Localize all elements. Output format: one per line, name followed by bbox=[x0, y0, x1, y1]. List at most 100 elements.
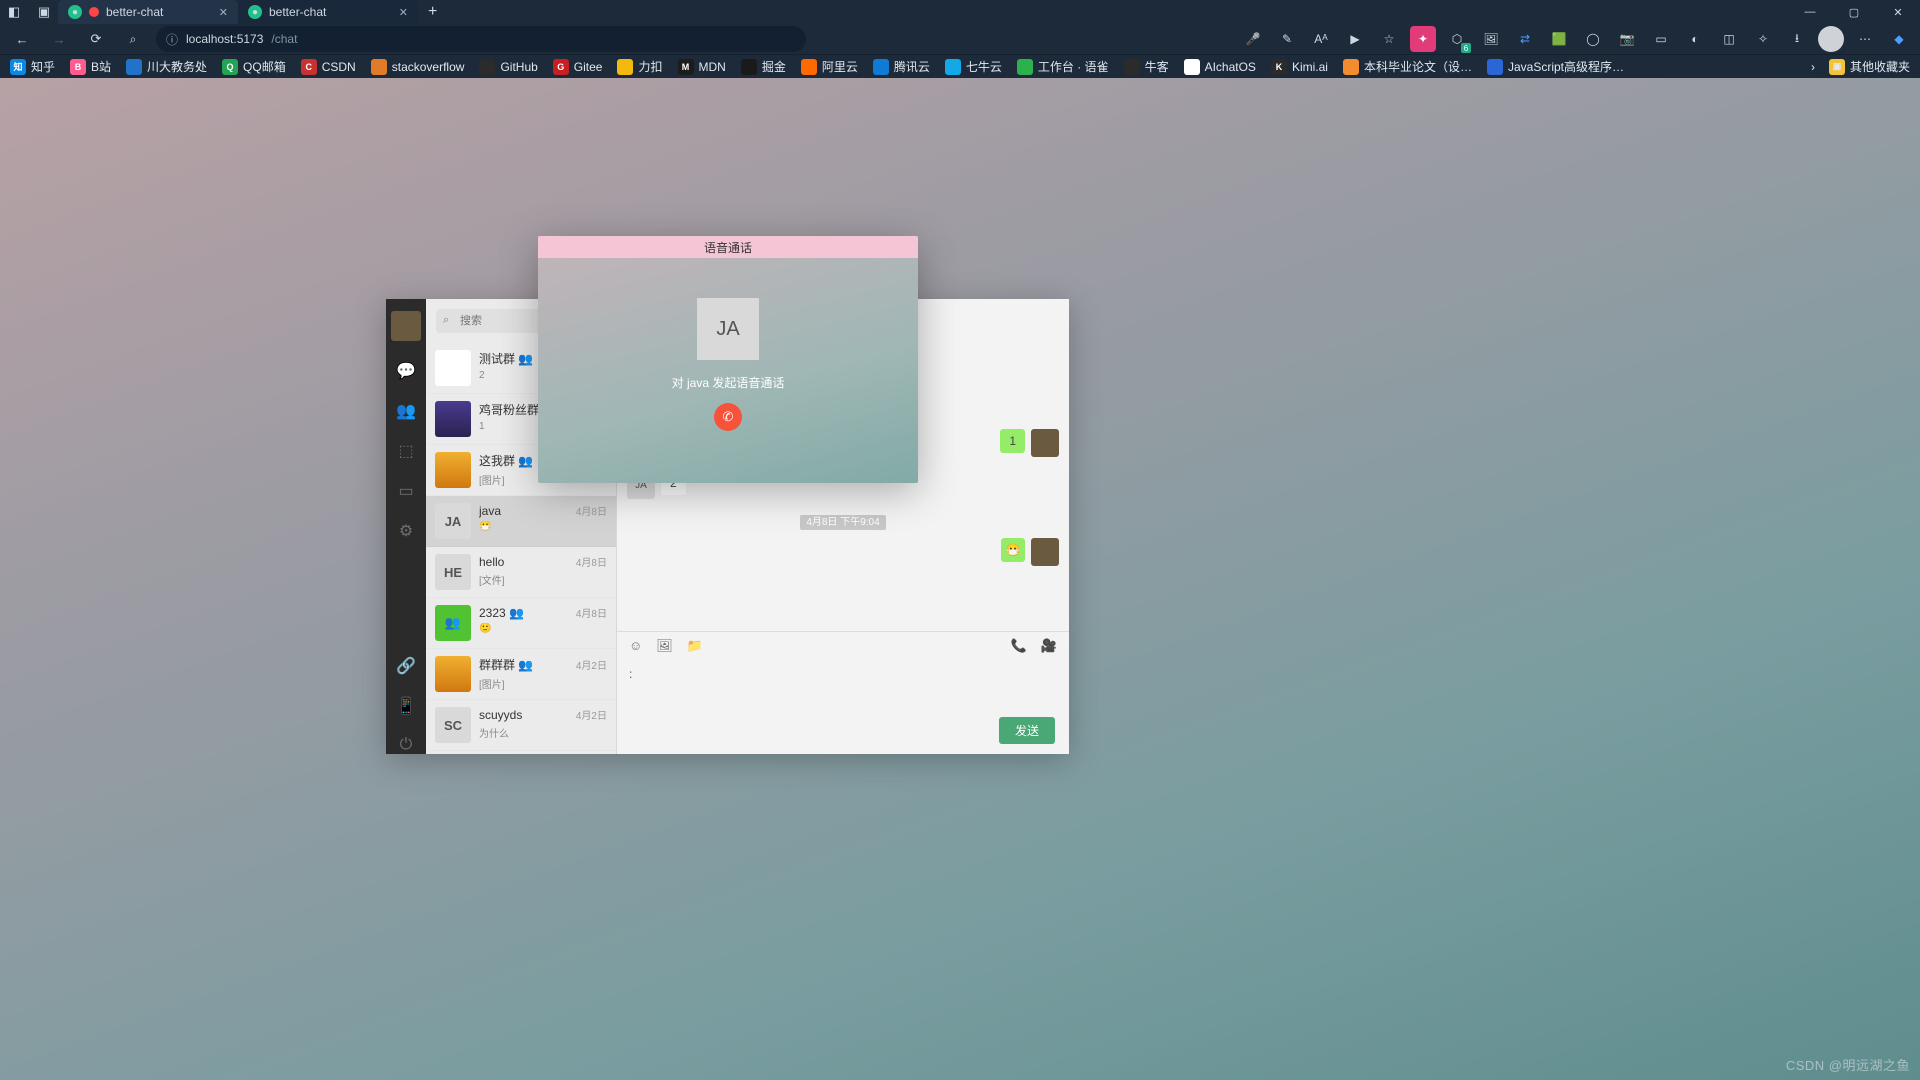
bookmark-item[interactable]: 牛客 bbox=[1124, 58, 1169, 75]
bookmark-item[interactable]: CCSDN bbox=[301, 59, 356, 75]
chat-item[interactable]: 👥 2323 👥4月8日 🙂 bbox=[426, 598, 616, 649]
chat-avatar: SC bbox=[435, 707, 471, 743]
bookmark-icon bbox=[479, 59, 495, 75]
site-info-icon[interactable]: ⓘ bbox=[166, 31, 178, 48]
link-icon[interactable]: 🔗 bbox=[396, 656, 416, 676]
mic-icon[interactable]: 🎤 bbox=[1240, 26, 1266, 52]
bookmark-item[interactable]: 掘金 bbox=[741, 58, 786, 75]
bookmarks-bar: 知知乎 BB站川大教务处 QQQ邮箱 CCSDN stackoverflow GitHub… bbox=[0, 54, 1920, 78]
phone-icon[interactable]: 📱 bbox=[396, 696, 416, 716]
chat-input[interactable]: : 发送 bbox=[617, 659, 1069, 754]
bookmark-item[interactable]: BB站 bbox=[70, 58, 111, 75]
refresh2-icon[interactable]: ◐ bbox=[1682, 26, 1708, 52]
other-bookmarks[interactable]: ▣其他收藏夹 bbox=[1829, 58, 1910, 75]
chat-date: 4月2日 bbox=[576, 707, 607, 722]
collections-icon[interactable]: ✧ bbox=[1750, 26, 1776, 52]
bookmark-item[interactable]: GGitee bbox=[553, 59, 603, 75]
video-icon[interactable]: ▶ bbox=[1342, 26, 1368, 52]
camera-icon[interactable]: 📷 bbox=[1614, 26, 1640, 52]
chat-date: 4月8日 bbox=[576, 554, 607, 569]
bookmark-item[interactable]: QQQ邮箱 bbox=[222, 58, 286, 75]
bookmark-item[interactable]: 知知乎 bbox=[10, 58, 55, 75]
bookmark-label: 掘金 bbox=[762, 58, 786, 75]
bookmark-item[interactable]: 工作台 · 语雀 bbox=[1017, 58, 1109, 75]
chat-item[interactable]: JA java4月8日 😷 bbox=[426, 496, 616, 547]
bookmark-label: 力扣 bbox=[638, 58, 662, 75]
bookmark-icon bbox=[371, 59, 387, 75]
close-icon[interactable]: ✕ bbox=[399, 6, 408, 19]
extension-badge-icon[interactable]: ⬡ bbox=[1444, 26, 1470, 52]
chevron-right-icon[interactable]: › bbox=[1811, 60, 1815, 74]
split-icon[interactable]: ◫ bbox=[1716, 26, 1742, 52]
copilot-icon[interactable]: ◆ bbox=[1886, 26, 1912, 52]
box-icon[interactable]: ⬚ bbox=[398, 441, 413, 461]
page-content: 💬 👥 ⬚ ▭ ⚙ 🔗 📱 ⏻ ⌕ 测试群 👥 2 鸡哥粉丝群 👥 1 这我群 … bbox=[0, 78, 1920, 1080]
bookmark-item[interactable]: 力扣 bbox=[617, 58, 662, 75]
bookmark-item[interactable]: JavaScript高级程序… bbox=[1487, 58, 1624, 75]
power-icon[interactable]: ⏻ bbox=[400, 736, 413, 754]
chat-sidebar: 💬 👥 ⬚ ▭ ⚙ 🔗 📱 ⏻ bbox=[386, 299, 426, 754]
window-controls-left: ◧ ▣ bbox=[0, 0, 58, 24]
address-bar[interactable]: ⓘ localhost:5173/chat bbox=[156, 26, 806, 52]
download-icon[interactable]: ⭳ bbox=[1784, 26, 1810, 52]
forward-button[interactable]: → bbox=[45, 25, 73, 53]
chat-item[interactable]: SC scuyyds4月2日 为什么 bbox=[426, 700, 616, 751]
refresh-button[interactable]: ⟳ bbox=[82, 25, 110, 53]
bookmark-label: JavaScript高级程序… bbox=[1508, 58, 1624, 75]
send-button[interactable]: 发送 bbox=[999, 717, 1055, 744]
chat-item[interactable]: 群群群 👥4月2日 [图片] bbox=[426, 649, 616, 700]
bookmark-item[interactable]: 腾讯云 bbox=[873, 58, 930, 75]
menu-icon[interactable]: ⋯ bbox=[1852, 26, 1878, 52]
back-button[interactable]: ← bbox=[8, 25, 36, 53]
chrome-icon[interactable]: ◯ bbox=[1580, 26, 1606, 52]
tabs-icon[interactable]: ▣ bbox=[30, 0, 58, 26]
tab-inactive[interactable]: ● better-chat ✕ bbox=[238, 0, 418, 24]
emoji-icon[interactable]: ☺ bbox=[629, 638, 642, 653]
display-icon[interactable]: ▭ bbox=[398, 481, 413, 501]
favorite-icon[interactable]: ☆ bbox=[1376, 26, 1402, 52]
profile-avatar[interactable] bbox=[1818, 26, 1844, 52]
my-avatar[interactable] bbox=[391, 311, 421, 341]
bookmark-item[interactable]: 川大教务处 bbox=[126, 58, 207, 75]
folder-icon[interactable]: 📁 bbox=[687, 638, 703, 654]
note-icon[interactable]: ▭ bbox=[1648, 26, 1674, 52]
chat-date: 4月8日 bbox=[576, 503, 607, 518]
extension-icon[interactable]: ✦ bbox=[1410, 26, 1436, 52]
image-icon[interactable]: 🖼 bbox=[1478, 26, 1504, 52]
close-icon[interactable]: ✕ bbox=[219, 6, 228, 19]
search-icon[interactable]: ⌕ bbox=[119, 25, 147, 53]
bookmark-label: MDN bbox=[699, 60, 726, 74]
chat-item[interactable]: HE hello4月8日 [文件] bbox=[426, 547, 616, 598]
bookmark-icon bbox=[1017, 59, 1033, 75]
image-icon[interactable]: 🖼 bbox=[656, 638, 673, 654]
bookmark-item[interactable]: 七牛云 bbox=[945, 58, 1002, 75]
tab-active[interactable]: ● better-chat ✕ bbox=[58, 0, 238, 24]
bookmark-item[interactable]: MMDN bbox=[678, 59, 726, 75]
edit-icon[interactable]: ✎ bbox=[1274, 26, 1300, 52]
bookmark-item[interactable]: AIchatOS bbox=[1184, 59, 1256, 75]
bookmark-item[interactable]: GitHub bbox=[479, 59, 537, 75]
bookmark-item[interactable]: stackoverflow bbox=[371, 59, 465, 75]
close-button[interactable]: ✕ bbox=[1876, 0, 1920, 24]
text-size-icon[interactable]: Aᴬ bbox=[1308, 26, 1334, 52]
new-tab-button[interactable]: + bbox=[418, 3, 447, 21]
video-icon[interactable]: 🎥 bbox=[1041, 638, 1057, 654]
chat-icon[interactable]: 💬 bbox=[396, 361, 416, 381]
bookmark-item[interactable]: 阿里云 bbox=[801, 58, 858, 75]
bookmark-icon: B bbox=[70, 59, 86, 75]
minimize-button[interactable]: — bbox=[1788, 0, 1832, 24]
contacts-icon[interactable]: 👥 bbox=[396, 401, 416, 421]
bookmark-icon bbox=[1124, 59, 1140, 75]
color-icon[interactable]: 🟩 bbox=[1546, 26, 1572, 52]
gear-icon[interactable]: ⚙ bbox=[399, 521, 413, 541]
bookmark-item[interactable]: K Kimi.ai bbox=[1271, 59, 1328, 75]
hangup-button[interactable]: ✆ bbox=[714, 403, 742, 431]
bookmark-item[interactable]: 本科毕业论文（设… bbox=[1343, 58, 1472, 75]
bookmark-icon: K bbox=[1271, 59, 1287, 75]
sync-icon[interactable]: ⇄ bbox=[1512, 26, 1538, 52]
bookmark-icon bbox=[126, 59, 142, 75]
bookmark-label: Kimi.ai bbox=[1292, 60, 1328, 74]
maximize-button[interactable]: ▢ bbox=[1832, 0, 1876, 24]
phone-icon[interactable]: 📞 bbox=[1011, 638, 1027, 654]
sidebar-toggle-icon[interactable]: ◧ bbox=[0, 0, 28, 26]
